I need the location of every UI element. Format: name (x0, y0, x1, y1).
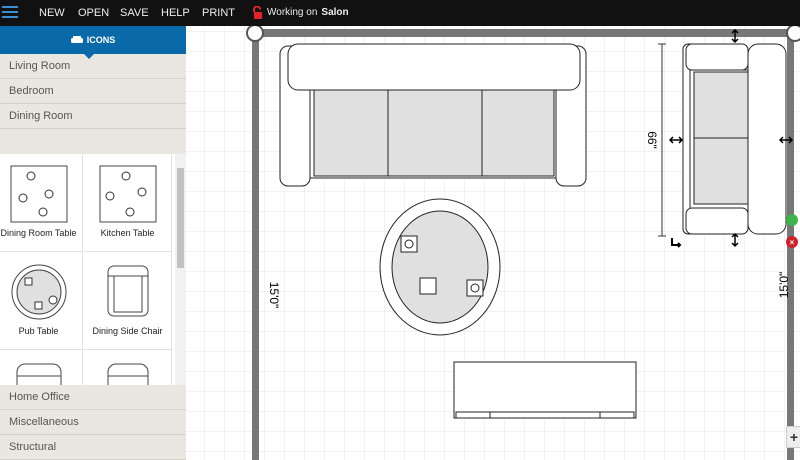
tab-icons-label: ICONS (86, 35, 116, 45)
item-label: Pub Table (18, 326, 59, 336)
project-name: Salon (321, 7, 349, 18)
menu-new[interactable]: NEW (39, 7, 65, 19)
project-status: Working on Salon (252, 6, 349, 19)
icon-grid: Dining Room Table Kitchen Table Pub Tabl… (0, 154, 186, 411)
sofa[interactable] (279, 43, 587, 187)
item-label: Dining Side Chair (92, 326, 163, 336)
hamburger-menu-icon[interactable] (2, 6, 18, 19)
menu-open[interactable]: OPEN (78, 7, 109, 19)
category-miscellaneous[interactable]: Miscellaneous (0, 410, 186, 435)
menu-help[interactable]: HELP (161, 7, 190, 19)
sofa-dimension-label: 66" (645, 131, 659, 149)
menu-print[interactable]: PRINT (202, 7, 235, 19)
item-pub-table[interactable]: Pub Table (0, 252, 83, 350)
top-bar: NEW OPEN SAVE HELP PRINT Working on Salo… (0, 0, 800, 26)
loveseat-selected[interactable] (682, 43, 787, 235)
item-label: Kitchen Table (100, 228, 155, 238)
category-home-office[interactable]: Home Office (0, 385, 186, 410)
category-bedroom[interactable]: Bedroom (0, 79, 186, 104)
pub-table[interactable] (379, 198, 501, 336)
sidebar: ICONS Living Room Bedroom Dining Room Di… (0, 26, 186, 460)
kitchen-table-icon (99, 165, 156, 223)
floor-plan-canvas[interactable]: 15'0" 15'0" 66" × (186, 26, 800, 460)
tv-stand[interactable] (453, 361, 637, 419)
wall-left-label: 15'0" (267, 282, 281, 309)
item-dining-side-chair[interactable]: Dining Side Chair (84, 252, 172, 350)
delete-x-icon: × (790, 238, 795, 247)
menu-save[interactable]: SAVE (120, 7, 149, 19)
tab-icons[interactable]: ICONS (0, 26, 186, 59)
category-structural[interactable]: Structural (0, 435, 186, 460)
dining-table-icon (10, 165, 67, 223)
working-prefix: Working on (267, 7, 318, 18)
item-dining-room-table[interactable]: Dining Room Table (0, 154, 83, 252)
scrollbar[interactable] (175, 154, 186, 411)
item-kitchen-table[interactable]: Kitchen Table (84, 154, 172, 252)
side-chair-icon (107, 265, 148, 317)
unlock-icon[interactable] (252, 6, 263, 19)
category-dining-room[interactable]: Dining Room (0, 104, 186, 129)
sofa-icon (70, 35, 83, 43)
wall-corner-handle[interactable] (786, 26, 800, 42)
pub-table-icon (11, 264, 66, 320)
zoom-in-button[interactable]: + (786, 426, 800, 448)
wall-right-label: 15'0" (777, 272, 791, 299)
wall-corner-handle[interactable] (246, 26, 264, 42)
item-label: Dining Room Table (0, 228, 77, 238)
duplicate-icon[interactable] (786, 214, 798, 226)
scrollbar-thumb[interactable] (177, 168, 184, 268)
